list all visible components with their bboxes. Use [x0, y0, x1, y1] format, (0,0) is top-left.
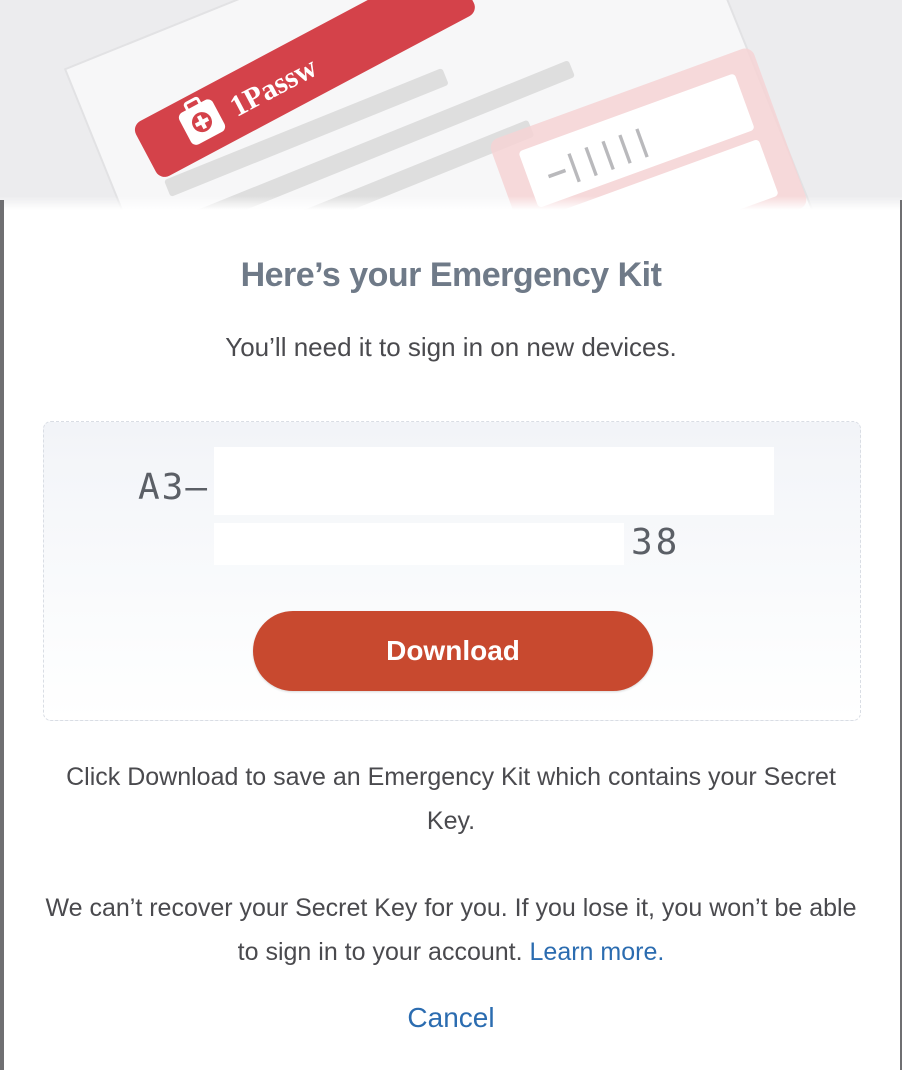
secret-key-redacted-line-1 — [214, 447, 774, 515]
download-info-text: Click Download to save an Emergency Kit … — [66, 763, 836, 835]
learn-more-link[interactable]: Learn more. — [530, 938, 665, 966]
emergency-kit-illustration: 1Passw —||||| — [0, 0, 902, 210]
window-edge — [0, 200, 4, 1070]
secret-key-prefix: A3– — [138, 467, 210, 508]
recovery-warning-text: We can’t recover your Secret Key for you… — [45, 894, 857, 966]
recovery-warning: We can’t recover your Secret Key for you… — [40, 886, 862, 974]
secret-key-suffix: 38 — [631, 522, 681, 563]
document-illustration: 1Passw —||||| — [63, 0, 818, 210]
dialog-title: Here’s your Emergency Kit — [240, 256, 662, 294]
cancel-container: Cancel — [0, 1002, 902, 1034]
emergency-kit-dialog: 1Passw —||||| Here’s your Emergency Kit … — [0, 0, 902, 1070]
secret-key-redacted-line-2 — [214, 523, 624, 565]
dialog-subtitle: You’ll need it to sign in on new devices… — [225, 332, 677, 362]
cancel-link[interactable]: Cancel — [407, 1002, 494, 1033]
download-button[interactable]: Download — [253, 611, 653, 691]
